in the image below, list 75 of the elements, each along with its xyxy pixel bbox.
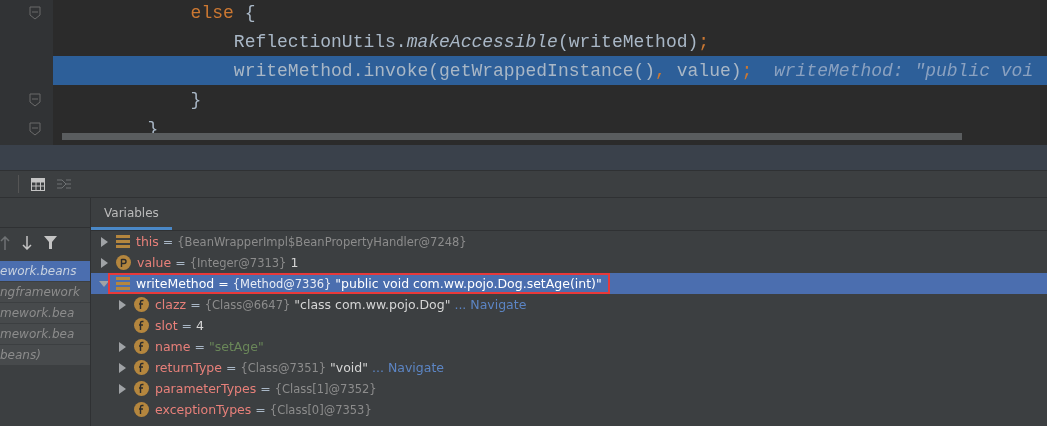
fold-marker-icon[interactable]: [29, 92, 41, 107]
equals-sign: =: [225, 360, 237, 375]
horizontal-scrollbar[interactable]: [62, 133, 962, 140]
stack-frame-item[interactable]: beans): [0, 345, 90, 365]
f-letter-circle-icon: [134, 318, 149, 333]
navigate-link[interactable]: ... Navigate: [454, 297, 527, 312]
f-letter-circle-icon: [134, 381, 149, 396]
expand-triangle-icon[interactable]: [116, 299, 127, 310]
variable-value: "void": [330, 360, 369, 375]
up-arrow-icon[interactable]: [0, 235, 10, 250]
variable-row[interactable]: returnType = {Class@7351} "void" ... Navigate: [91, 357, 1047, 378]
variable-row[interactable]: writeMethod = {Method@7336} "public void com.ww.pojo.Dog.setAge(int)": [91, 273, 1047, 294]
equals-sign: =: [190, 297, 201, 312]
variable-row[interactable]: slot = 4: [91, 315, 1047, 336]
expand-triangle-icon[interactable]: [98, 236, 109, 247]
table-icon[interactable]: [31, 177, 45, 191]
variable-value: 1: [290, 255, 299, 270]
equals-sign: =: [218, 276, 229, 291]
variable-name: exceptionTypes: [155, 402, 252, 417]
variable-row[interactable]: clazz = {Class@6647} "class com.ww.pojo.Dog" ... Navigate: [91, 294, 1047, 315]
object-reference: {Class@6647}: [204, 297, 291, 312]
expand-triangle-icon[interactable]: [116, 362, 127, 373]
equals-sign: =: [260, 381, 271, 396]
string-value: "setAge": [208, 339, 264, 354]
stack-frame-item[interactable]: mework.bea: [0, 303, 90, 323]
variable-value: "public void com.ww.pojo.Dog.setAge(int)": [335, 276, 602, 291]
navigate-link[interactable]: ... Navigate: [372, 360, 444, 375]
variable-value: 4: [196, 318, 204, 333]
code-line: ReflectionUtils.makeAccessible(writeMethod);: [232, 30, 711, 54]
object-reference: {Integer@7313}: [189, 255, 287, 270]
list-layout-icon[interactable]: [57, 178, 71, 190]
expand-triangle-icon[interactable]: [116, 341, 127, 352]
expand-triangle-icon[interactable]: [98, 257, 109, 268]
stack-frame-item[interactable]: ngframework: [0, 282, 90, 302]
object-reference: {Method@7336}: [232, 276, 332, 291]
equals-sign: =: [255, 402, 266, 417]
variable-name: value: [137, 255, 172, 270]
object-reference: {BeanWrapperImpl$BeanPropertyHandler@7248}: [177, 234, 467, 249]
variable-name: writeMethod: [136, 276, 215, 291]
f-letter-circle-icon: [134, 402, 149, 417]
variable-name: clazz: [155, 297, 187, 312]
filter-icon[interactable]: [44, 236, 57, 249]
f-letter-circle-icon: [134, 297, 149, 312]
variable-value: "class com.ww.pojo.Dog": [294, 297, 451, 312]
object-reference: {Class[1]@7352}: [274, 381, 377, 396]
f-letter-circle-icon: [134, 360, 149, 375]
code-line: }: [189, 88, 203, 112]
equals-sign: =: [181, 318, 193, 333]
variable-name: returnType: [155, 360, 222, 375]
stack-frame-item[interactable]: ework.beans: [0, 261, 90, 281]
variable-name: parameterTypes: [155, 381, 257, 396]
object-reference: {Class[0]@7353}: [269, 402, 372, 417]
object-reference: {Class@7351}: [240, 360, 327, 375]
variable-row[interactable]: this = {BeanWrapperImpl$BeanPropertyHandler@7248}: [91, 231, 1047, 252]
down-arrow-icon[interactable]: [22, 235, 32, 250]
equals-sign: =: [162, 234, 174, 249]
variable-name: slot: [155, 318, 178, 333]
variable-row[interactable]: exceptionTypes = {Class[0]@7353}: [91, 399, 1047, 420]
equals-sign: =: [175, 255, 186, 270]
fold-marker-icon[interactable]: [29, 121, 41, 136]
variable-row[interactable]: value = {Integer@7313} 1: [91, 252, 1047, 273]
fold-marker-icon[interactable]: [29, 5, 41, 20]
stacked-bars-icon: [116, 235, 130, 248]
code-line: else {: [189, 1, 257, 25]
variable-row[interactable]: parameterTypes = {Class[1]@7352}: [91, 378, 1047, 399]
variables-tab[interactable]: Variables: [91, 198, 172, 230]
stack-frame-item[interactable]: mework.bea: [0, 324, 90, 344]
f-letter-circle-icon: [134, 339, 149, 354]
p-letter-circle-icon: [116, 255, 131, 270]
stacked-bars-icon: [116, 277, 130, 290]
variable-row[interactable]: name = "setAge": [91, 336, 1047, 357]
expand-triangle-icon[interactable]: [116, 383, 127, 394]
equals-sign: =: [194, 339, 205, 354]
variable-name: name: [155, 339, 191, 354]
variable-name: this: [136, 234, 159, 249]
